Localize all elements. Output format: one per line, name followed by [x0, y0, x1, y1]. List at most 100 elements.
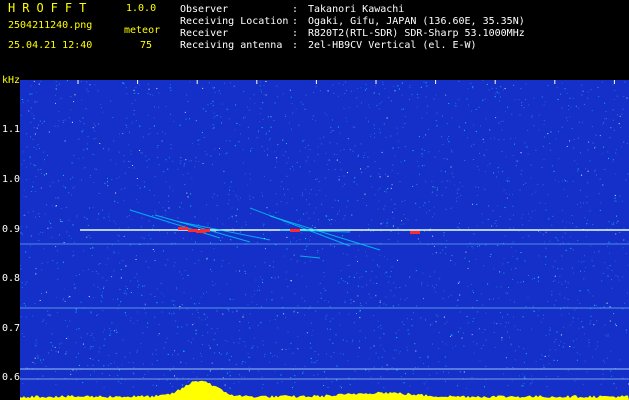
noise-dot — [514, 99, 516, 101]
noise-dot — [221, 237, 223, 239]
noise-dot — [392, 305, 394, 307]
noise-dot — [381, 151, 383, 153]
noise-dot — [142, 332, 144, 334]
noise-dot — [566, 146, 568, 147]
meteor-label: meteor — [124, 25, 161, 36]
noise-dot — [267, 154, 268, 156]
noise-dot — [253, 94, 255, 96]
noise-dot — [593, 265, 595, 267]
noise-dot — [258, 131, 259, 133]
noise-dot — [35, 191, 37, 192]
noise-dot — [571, 128, 573, 130]
noise-dot — [99, 347, 101, 349]
noise-dot — [190, 342, 192, 344]
noise-dot — [152, 249, 154, 250]
noise-dot — [188, 160, 190, 162]
noise-dot — [478, 106, 480, 108]
noise-dot — [206, 258, 208, 260]
noise-dot — [26, 281, 28, 283]
noise-dot — [563, 189, 565, 190]
noise-dot — [467, 104, 469, 106]
noise-dot — [156, 359, 158, 361]
noise-dot — [370, 297, 372, 298]
noise-dot — [314, 351, 316, 352]
noise-dot — [610, 370, 612, 372]
noise-dot — [271, 355, 273, 357]
noise-dot — [266, 299, 268, 301]
noise-dot — [187, 196, 189, 198]
noise-dot — [385, 304, 387, 306]
noise-dot — [226, 340, 228, 342]
noise-dot — [260, 276, 262, 278]
noise-dot — [386, 225, 388, 227]
noise-dot — [438, 332, 440, 334]
noise-dot — [87, 91, 89, 93]
noise-dot — [429, 276, 431, 277]
noise-dot — [63, 242, 65, 244]
noise-dot — [310, 347, 312, 349]
noise-dot — [352, 126, 354, 128]
noise-dot — [317, 153, 319, 155]
noise-dot — [326, 377, 327, 379]
noise-dot — [503, 258, 505, 260]
noise-dot — [291, 103, 293, 105]
noise-dot — [379, 255, 381, 257]
noise-dot — [233, 190, 235, 192]
noise-dot — [124, 312, 126, 314]
noise-dot — [109, 220, 111, 221]
noise-dot — [467, 322, 469, 324]
noise-dot — [428, 128, 430, 130]
noise-dot — [245, 273, 246, 274]
noise-dot — [102, 287, 104, 289]
noise-dot — [385, 137, 387, 139]
noise-dot — [167, 222, 169, 224]
noise-dot — [533, 311, 535, 312]
noise-dot — [320, 90, 321, 92]
noise-dot — [511, 268, 512, 270]
noise-dot — [176, 286, 178, 288]
noise-dot — [615, 275, 617, 277]
noise-dot — [180, 160, 182, 162]
noise-dot — [124, 172, 126, 174]
noise-dot — [336, 379, 338, 381]
noise-dot — [560, 341, 562, 343]
noise-dot — [315, 207, 317, 209]
noise-dot — [312, 225, 313, 227]
noise-dot — [154, 296, 156, 297]
noise-dot — [31, 93, 33, 95]
noise-dot — [497, 205, 499, 207]
noise-dot — [123, 83, 125, 85]
noise-dot — [39, 120, 41, 122]
noise-dot — [113, 362, 115, 364]
noise-dot — [103, 217, 105, 219]
noise-dot — [126, 125, 128, 127]
noise-dot — [562, 242, 564, 244]
noise-dot — [404, 123, 406, 124]
noise-dot — [177, 168, 179, 170]
noise-dot — [543, 123, 545, 125]
noise-dot — [38, 213, 40, 215]
noise-dot — [434, 245, 435, 247]
noise-dot — [107, 177, 108, 179]
noise-dot — [442, 144, 444, 145]
noise-dot — [365, 251, 366, 253]
noise-dot — [348, 264, 350, 266]
noise-dot — [289, 89, 291, 91]
noise-dot — [478, 328, 480, 330]
noise-dot — [131, 103, 133, 105]
noise-dot — [561, 314, 563, 316]
noise-dot — [120, 301, 122, 303]
noise-dot — [400, 298, 402, 300]
noise-dot — [357, 88, 359, 89]
noise-dot — [217, 195, 219, 197]
noise-dot — [606, 118, 607, 120]
noise-dot — [117, 366, 119, 368]
noise-dot — [69, 296, 71, 298]
noise-dot — [100, 103, 102, 105]
noise-dot — [437, 187, 438, 189]
noise-dot — [388, 281, 390, 283]
noise-dot — [512, 241, 514, 243]
noise-dot — [93, 370, 95, 372]
noise-dot — [479, 152, 480, 154]
noise-dot — [493, 322, 495, 324]
